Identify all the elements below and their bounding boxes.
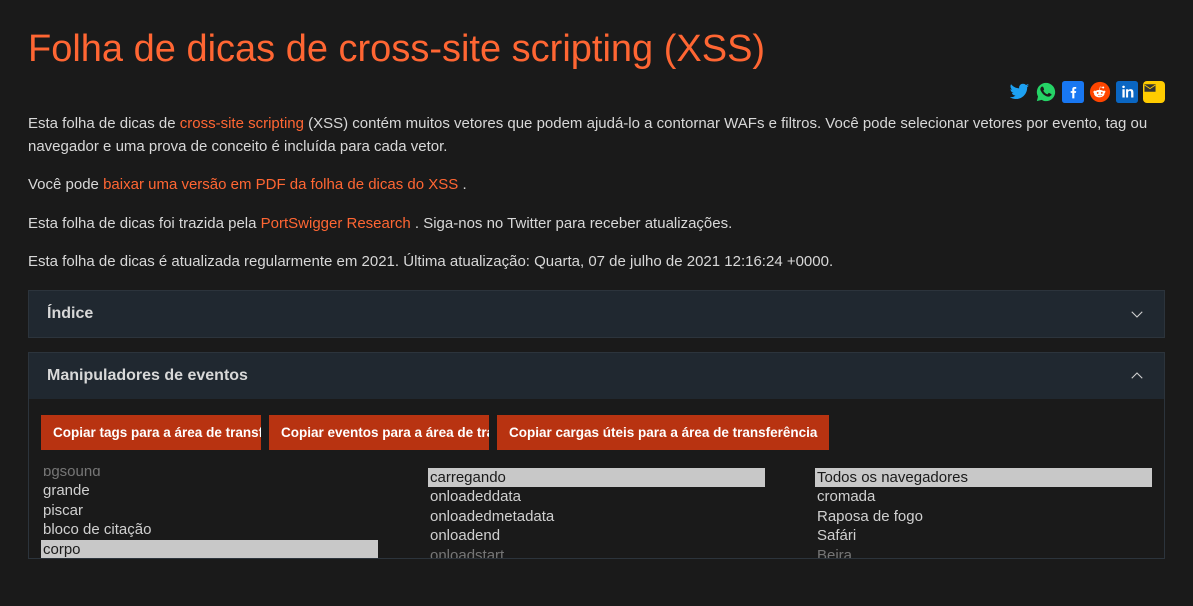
intro-p1: Esta folha de dicas de cross-site script… bbox=[28, 113, 1165, 158]
tags-listbox[interactable]: bgsound grande piscar bloco de citação c… bbox=[41, 468, 378, 558]
intro-p2-tail: . bbox=[462, 176, 466, 193]
list-item[interactable]: corpo bbox=[41, 540, 378, 558]
selects-row: bgsound grande piscar bloco de citação c… bbox=[41, 468, 1152, 558]
share-bar bbox=[28, 81, 1165, 103]
pdf-link[interactable]: baixar uma versão em PDF da folha de dic… bbox=[103, 176, 462, 193]
list-item[interactable]: Todos os navegadores bbox=[815, 468, 1152, 488]
intro-p2-text: Você pode bbox=[28, 176, 103, 193]
list-item[interactable]: onloadstart bbox=[428, 546, 765, 558]
list-item[interactable]: onloadedmetadata bbox=[428, 507, 765, 527]
whatsapp-icon[interactable] bbox=[1035, 81, 1057, 103]
list-item[interactable]: Beira bbox=[815, 546, 1152, 558]
facebook-icon[interactable] bbox=[1062, 81, 1084, 103]
handlers-panel-header[interactable]: Manipuladores de eventos bbox=[29, 353, 1164, 399]
list-item[interactable]: onloadeddata bbox=[428, 487, 765, 507]
handlers-panel-title: Manipuladores de eventos bbox=[47, 367, 248, 385]
list-item[interactable]: cromada bbox=[815, 487, 1152, 507]
list-item[interactable]: bgsound bbox=[41, 468, 378, 482]
copy-buttons-row: Copiar tags para a área de transferência… bbox=[41, 415, 1152, 450]
list-item[interactable]: Raposa de fogo bbox=[815, 507, 1152, 527]
intro-p3-text: Esta folha de dicas foi trazida pela bbox=[28, 215, 261, 232]
intro-p3: Esta folha de dicas foi trazida pela Por… bbox=[28, 213, 1165, 236]
copy-events-button[interactable]: Copiar eventos para a área de transferên… bbox=[269, 415, 489, 450]
copy-payloads-button[interactable]: Copiar cargas úteis para a área de trans… bbox=[497, 415, 829, 450]
intro-p3-tail: . Siga-nos no Twitter para receber atual… bbox=[415, 215, 732, 232]
twitter-icon[interactable] bbox=[1008, 81, 1030, 103]
mail-icon[interactable] bbox=[1143, 81, 1165, 103]
list-item[interactable]: Safári bbox=[815, 526, 1152, 546]
intro-p4: Esta folha de dicas é atualizada regular… bbox=[28, 251, 1165, 274]
copy-tags-button[interactable]: Copiar tags para a área de transferência bbox=[41, 415, 261, 450]
reddit-icon[interactable] bbox=[1089, 81, 1111, 103]
index-panel-header[interactable]: Índice bbox=[29, 291, 1164, 337]
index-panel: Índice bbox=[28, 290, 1165, 338]
linkedin-icon[interactable] bbox=[1116, 81, 1138, 103]
events-listbox[interactable]: carregando onloadeddata onloadedmetadata… bbox=[428, 468, 765, 558]
list-item[interactable]: carregando bbox=[428, 468, 765, 488]
handlers-panel: Manipuladores de eventos Copiar tags par… bbox=[28, 352, 1165, 559]
chevron-down-icon bbox=[1128, 305, 1146, 323]
page-title: Folha de dicas de cross-site scripting (… bbox=[28, 28, 1165, 71]
intro-p1-text: Esta folha de dicas de bbox=[28, 115, 180, 132]
research-link[interactable]: PortSwigger Research bbox=[261, 215, 415, 232]
index-panel-title: Índice bbox=[47, 305, 93, 323]
xss-link[interactable]: cross-site scripting bbox=[180, 115, 304, 132]
intro-p2: Você pode baixar uma versão em PDF da fo… bbox=[28, 174, 1165, 197]
chevron-up-icon bbox=[1128, 367, 1146, 385]
handlers-panel-body: Copiar tags para a área de transferência… bbox=[29, 399, 1164, 558]
list-item[interactable]: piscar bbox=[41, 501, 378, 521]
browsers-listbox[interactable]: Todos os navegadores cromada Raposa de f… bbox=[815, 468, 1152, 558]
list-item[interactable]: bloco de citação bbox=[41, 520, 378, 540]
list-item[interactable]: onloadend bbox=[428, 526, 765, 546]
list-item[interactable]: grande bbox=[41, 481, 378, 501]
